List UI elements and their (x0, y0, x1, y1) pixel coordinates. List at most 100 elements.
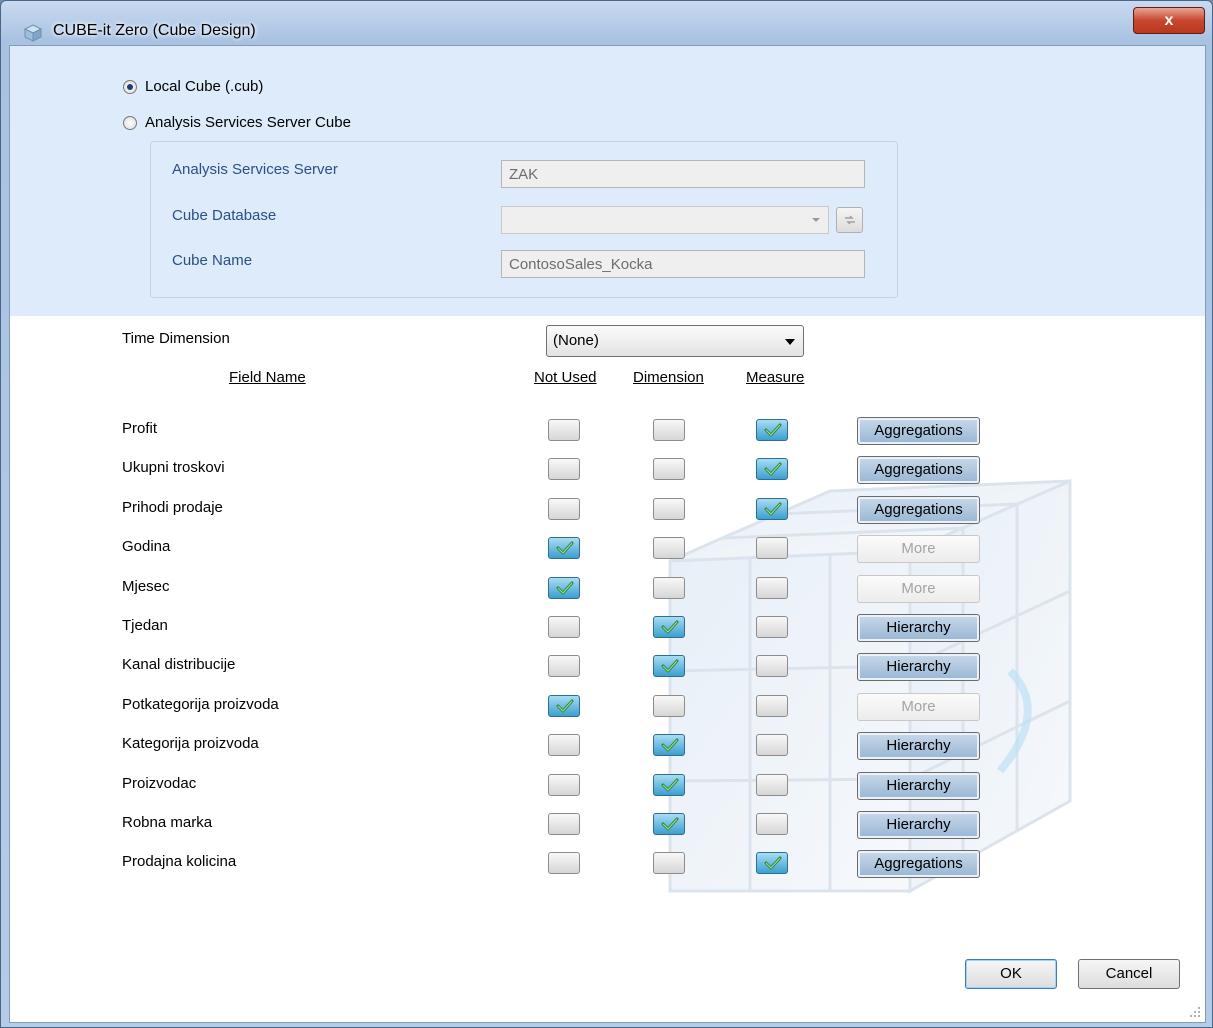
cube-app-icon (23, 24, 43, 42)
more-button[interactable]: More (857, 574, 980, 603)
checkmark-icon (764, 502, 782, 516)
hierarchy-button[interactable]: Hierarchy (857, 811, 980, 839)
not-used-toggle[interactable] (548, 616, 580, 638)
dimension-toggle[interactable] (653, 655, 685, 678)
field-name-label: Profit (122, 420, 158, 437)
resize-grip-icon[interactable] (1189, 1006, 1201, 1018)
checkmark-icon (661, 620, 679, 634)
local-cube-option[interactable]: Local Cube (.cub) (123, 78, 263, 95)
dialog-window: CUBE-it Zero (Cube Design) x Local Cube … (0, 0, 1213, 1028)
database-combo[interactable] (501, 206, 829, 234)
checkmark-icon (764, 856, 782, 870)
refresh-icon (844, 215, 855, 225)
checkmark-icon (661, 817, 679, 831)
dimension-toggle[interactable] (653, 458, 685, 481)
dropdown-arrow-icon (785, 339, 795, 345)
field-name-label: Robna marka (122, 814, 213, 831)
aggregations-button[interactable]: Aggregations (857, 456, 980, 485)
not-used-toggle[interactable] (548, 497, 580, 520)
close-button[interactable]: x (1133, 7, 1205, 34)
local-cube-label: Local Cube (.cub) (145, 78, 264, 95)
checkmark-icon (661, 738, 679, 752)
not-used-toggle[interactable] (548, 852, 580, 875)
field-name-label: Godina (122, 538, 171, 556)
dialog-client-area: Local Cube (.cub) Analysis Services Serv… (9, 45, 1206, 1023)
field-name-label: Mjesec (122, 577, 170, 595)
dimension-toggle[interactable] (653, 734, 685, 757)
field-name-label: Kategorija proizvoda (122, 735, 259, 753)
not-used-toggle[interactable] (548, 694, 580, 717)
field-name-label: Tjedan (122, 617, 168, 634)
title-bar[interactable]: CUBE-it Zero (Cube Design) x (1, 1, 1212, 42)
measure-toggle[interactable] (756, 419, 788, 441)
time-dimension-value: (None) (553, 332, 599, 349)
measure-toggle[interactable] (756, 576, 788, 599)
not-used-toggle[interactable] (548, 576, 580, 599)
field-name-label: Proizvodac (122, 774, 197, 792)
measure-toggle[interactable] (756, 694, 788, 717)
local-cube-radio[interactable] (123, 79, 137, 94)
dimension-toggle[interactable] (653, 852, 685, 875)
cube-source-panel: Local Cube (.cub) Analysis Services Serv… (10, 46, 1205, 316)
ok-button[interactable]: OK (965, 959, 1057, 989)
not-used-toggle[interactable] (548, 458, 580, 481)
checkmark-icon (556, 581, 574, 595)
time-dimension-label: Time Dimension (122, 330, 230, 347)
cube-name-input[interactable]: ContosoSales_Kocka (501, 250, 865, 278)
measure-toggle[interactable] (756, 616, 788, 638)
not-used-toggle[interactable] (548, 734, 580, 757)
server-cube-label: Analysis Services Server Cube (145, 114, 351, 131)
close-icon: x (1164, 12, 1174, 29)
chevron-down-icon (812, 218, 820, 222)
field-name-label: Prodajna kolicina (122, 853, 237, 871)
server-input[interactable]: ZAK (501, 160, 865, 188)
more-button[interactable]: More (857, 692, 980, 721)
not-used-toggle[interactable] (548, 813, 580, 835)
cancel-button[interactable]: Cancel (1078, 959, 1180, 989)
hierarchy-button[interactable]: Hierarchy (857, 653, 980, 682)
checkmark-icon (556, 699, 574, 713)
checkmark-icon (661, 778, 679, 792)
more-button[interactable]: More (857, 535, 980, 564)
aggregations-button[interactable]: Aggregations (857, 850, 980, 879)
hierarchy-button[interactable]: Hierarchy (857, 771, 980, 800)
checkmark-icon (661, 659, 679, 673)
not-used-toggle[interactable] (548, 419, 580, 441)
col-measure: Measure (746, 369, 805, 386)
not-used-toggle[interactable] (548, 773, 580, 796)
measure-toggle[interactable] (756, 852, 788, 875)
measure-toggle[interactable] (756, 813, 788, 835)
dimension-toggle[interactable] (653, 773, 685, 796)
measure-toggle[interactable] (756, 458, 788, 481)
dimension-toggle[interactable] (653, 497, 685, 520)
not-used-toggle[interactable] (548, 655, 580, 678)
hierarchy-button[interactable]: Hierarchy (857, 732, 980, 761)
dimension-toggle[interactable] (653, 537, 685, 560)
dimension-toggle[interactable] (653, 576, 685, 599)
refresh-databases-button[interactable] (836, 207, 863, 233)
hierarchy-button[interactable]: Hierarchy (857, 614, 980, 642)
window-title: CUBE-it Zero (Cube Design) (53, 22, 256, 39)
dimension-toggle[interactable] (653, 813, 685, 835)
measure-toggle[interactable] (756, 655, 788, 678)
dimension-toggle[interactable] (653, 694, 685, 717)
measure-toggle[interactable] (756, 497, 788, 520)
dimension-toggle[interactable] (653, 419, 685, 441)
not-used-toggle[interactable] (548, 537, 580, 560)
checkmark-icon (764, 423, 782, 437)
server-cube-radio[interactable] (123, 115, 137, 130)
field-name-label: Kanal distribucije (122, 656, 236, 674)
time-dimension-select[interactable]: (None) (546, 325, 804, 357)
dimension-toggle[interactable] (653, 616, 685, 638)
col-field-name: Field Name (229, 369, 306, 386)
server-label: Analysis Services Server (172, 161, 338, 178)
measure-toggle[interactable] (756, 773, 788, 796)
server-cube-option[interactable]: Analysis Services Server Cube (123, 114, 351, 131)
field-name-label: Prihodi prodaje (122, 498, 223, 516)
measure-toggle[interactable] (756, 734, 788, 757)
aggregations-button[interactable]: Aggregations (857, 495, 980, 524)
checkmark-icon (764, 462, 782, 476)
database-label: Cube Database (172, 207, 277, 224)
aggregations-button[interactable]: Aggregations (857, 417, 980, 445)
measure-toggle[interactable] (756, 537, 788, 560)
